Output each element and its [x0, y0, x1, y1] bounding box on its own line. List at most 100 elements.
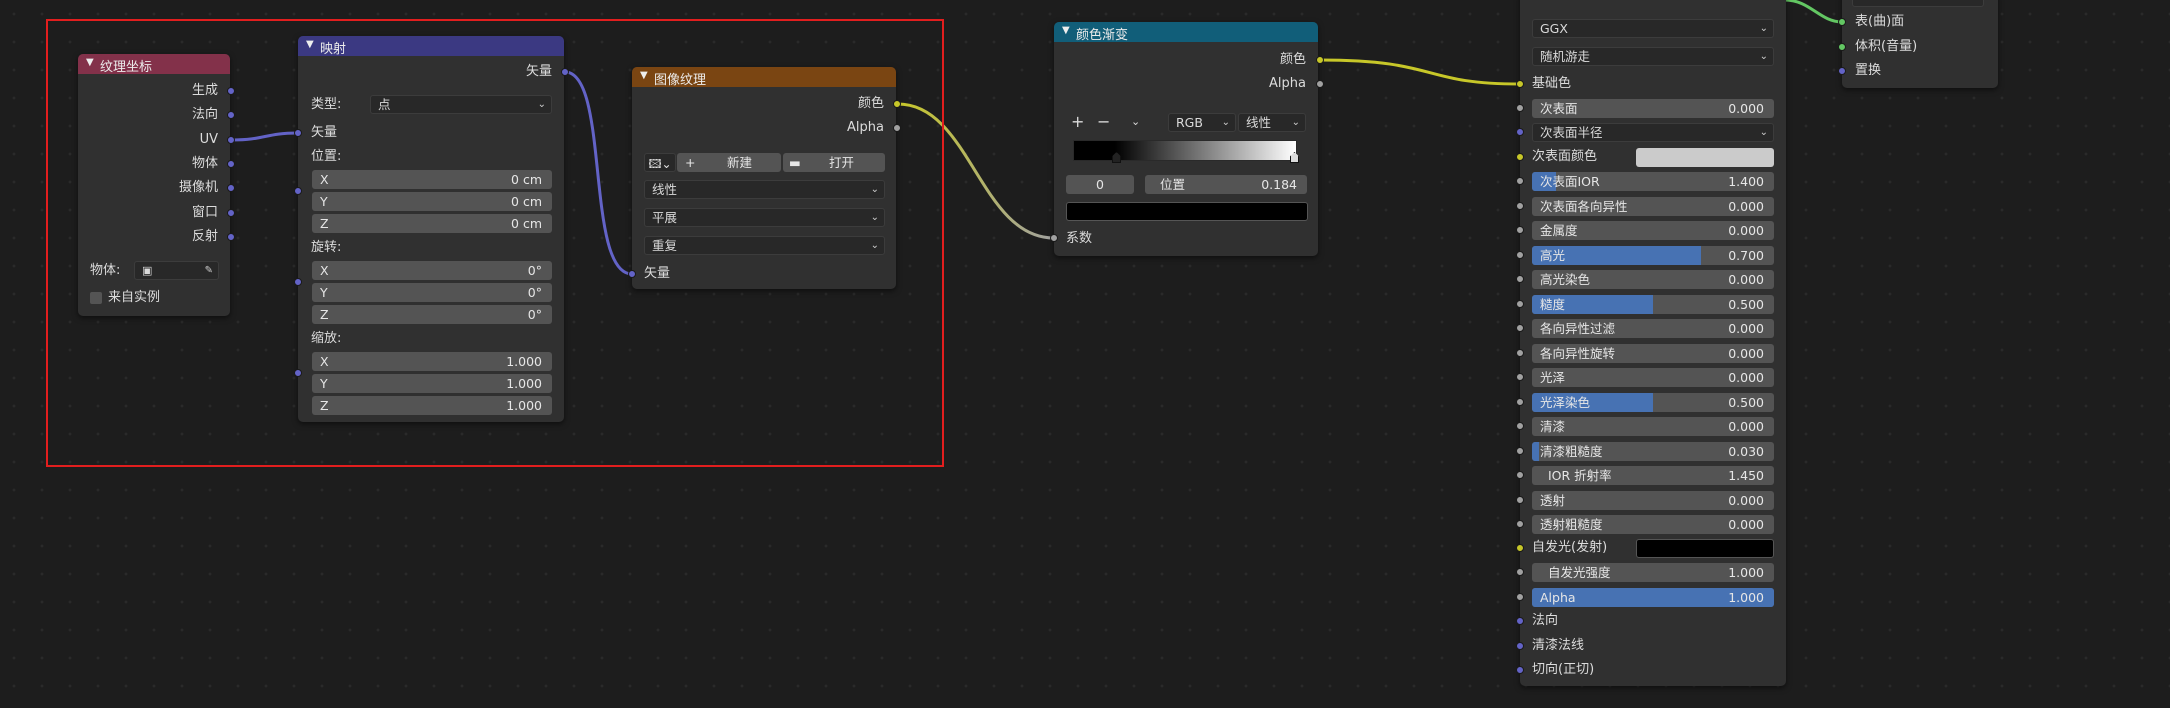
principled-input-socket[interactable] [1516, 349, 1524, 357]
ramp-menu-chevron-icon[interactable]: ⌄ [1131, 113, 1140, 131]
output-object-socket[interactable] [227, 160, 235, 168]
output-target-field[interactable] [1852, 0, 1984, 7]
principled-slider-field[interactable]: 光泽 0.000 [1532, 368, 1774, 387]
output-color-socket[interactable] [893, 100, 901, 108]
volume-socket[interactable] [1838, 43, 1846, 51]
output-window-socket[interactable] [227, 209, 235, 217]
collapse-chevron-icon[interactable]: ▼ [306, 39, 314, 50]
principled-input-socket[interactable] [1516, 324, 1524, 332]
clearcoat-normal-socket[interactable] [1516, 642, 1524, 650]
principled-slider-field[interactable]: 高光染色 0.000 [1532, 270, 1774, 289]
principled-slider-field[interactable]: 次表面IOR 1.400 [1532, 172, 1774, 191]
rotation-x-field[interactable]: X 0° [312, 261, 552, 280]
interpolation-dropdown[interactable]: 线性 ⌄ [644, 180, 885, 199]
object-picker-field[interactable]: ▣ ✎ [134, 261, 219, 280]
collapse-chevron-icon[interactable]: ▼ [86, 57, 94, 68]
color-mode-dropdown[interactable]: RGB ⌄ [1168, 113, 1236, 132]
projection-dropdown[interactable]: 平展 ⌄ [644, 208, 885, 227]
remove-stop-button[interactable]: − [1097, 113, 1110, 131]
location-socket[interactable] [294, 187, 302, 195]
principled-slider-field[interactable]: 糙度 0.500 [1532, 295, 1774, 314]
principled-slider-field[interactable]: 清漆 0.000 [1532, 417, 1774, 436]
principled-input-socket[interactable] [1516, 471, 1524, 479]
rotation-socket[interactable] [294, 278, 302, 286]
principled-slider-field[interactable]: 透射 0.000 [1532, 491, 1774, 510]
output-normal-socket[interactable] [227, 111, 235, 119]
scale-z-field[interactable]: Z 1.000 [312, 396, 552, 415]
alpha-socket[interactable] [1516, 593, 1524, 601]
subsurface-socket[interactable] [1516, 104, 1524, 112]
stop-position-field[interactable]: 位置 0.184 [1145, 175, 1307, 194]
output-vector-socket[interactable] [561, 68, 569, 76]
principled-slider-field[interactable]: 次表面各向异性 0.000 [1532, 197, 1774, 216]
principled-slider-field[interactable]: IOR 折射率 1.450 [1532, 466, 1774, 485]
principled-input-socket[interactable] [1516, 251, 1524, 259]
principled-input-socket[interactable] [1516, 226, 1524, 234]
principled-input-socket[interactable] [1516, 373, 1524, 381]
mapping-header[interactable]: ▼ 映射 [298, 36, 564, 57]
mapping-type-dropdown[interactable]: 点 ⌄ [370, 95, 552, 114]
input-vector-socket[interactable] [294, 129, 302, 137]
output-camera-socket[interactable] [227, 184, 235, 192]
principled-slider-field[interactable]: 各向异性旋转 0.000 [1532, 344, 1774, 363]
subsurface-radius-socket[interactable] [1516, 128, 1524, 136]
extension-dropdown[interactable]: 重复 ⌄ [644, 236, 885, 255]
color-ramp-gradient[interactable] [1073, 140, 1297, 161]
subsurface-radius-dropdown[interactable]: 次表面半径 ⌄ [1532, 123, 1774, 142]
principled-slider-field[interactable]: 各向异性过滤 0.000 [1532, 319, 1774, 338]
eyedropper-icon[interactable]: ✎ [205, 262, 213, 279]
collapse-chevron-icon[interactable]: ▼ [640, 70, 648, 81]
output-generated-socket[interactable] [227, 87, 235, 95]
subsurface-color-socket[interactable] [1516, 153, 1524, 161]
surface-socket[interactable] [1838, 18, 1846, 26]
principled-input-socket[interactable] [1516, 275, 1524, 283]
rotation-y-field[interactable]: Y 0° [312, 283, 552, 302]
from-instancer-checkbox[interactable] [90, 292, 102, 304]
principled-input-socket[interactable] [1516, 496, 1524, 504]
distribution-dropdown[interactable]: GGX ⌄ [1532, 19, 1774, 38]
normal-socket[interactable] [1516, 617, 1524, 625]
subsurface-color-swatch[interactable] [1636, 148, 1774, 167]
image-texture-header[interactable]: ▼ 图像纹理 [632, 67, 896, 88]
rotation-z-field[interactable]: Z 0° [312, 305, 552, 324]
input-vector-socket[interactable] [628, 270, 636, 278]
principled-slider-field[interactable]: 金属度 0.000 [1532, 221, 1774, 240]
add-stop-button[interactable]: + [1071, 113, 1084, 131]
stop-index-field[interactable]: 0 [1066, 175, 1134, 194]
principled-input-socket[interactable] [1516, 398, 1524, 406]
location-x-field[interactable]: X 0 cm [312, 170, 552, 189]
location-z-field[interactable]: Z 0 cm [312, 214, 552, 233]
principled-input-socket[interactable] [1516, 300, 1524, 308]
subsurface-field[interactable]: 次表面 0.000 [1532, 99, 1774, 118]
principled-slider-field[interactable]: 清漆粗糙度 0.030 [1532, 442, 1774, 461]
principled-input-socket[interactable] [1516, 202, 1524, 210]
principled-input-socket[interactable] [1516, 177, 1524, 185]
output-alpha-socket[interactable] [1316, 80, 1324, 88]
emission-strength-socket[interactable] [1516, 568, 1524, 576]
image-browse-button[interactable]: 🖾⌄ [644, 153, 676, 172]
new-image-button[interactable]: + 新建 [677, 153, 781, 172]
tangent-socket[interactable] [1516, 666, 1524, 674]
principled-slider-field[interactable]: 透射粗糙度 0.000 [1532, 515, 1774, 534]
output-uv-socket[interactable] [227, 136, 235, 144]
scale-y-field[interactable]: Y 1.000 [312, 374, 552, 393]
principled-input-socket[interactable] [1516, 520, 1524, 528]
texture-coordinate-header[interactable]: ▼ 纹理坐标 [78, 54, 230, 75]
color-ramp-header[interactable]: ▼ 颜色渐变 [1054, 22, 1318, 43]
principled-input-socket[interactable] [1516, 422, 1524, 430]
collapse-chevron-icon[interactable]: ▼ [1062, 25, 1070, 36]
open-image-button[interactable]: ▬ 打开 [783, 153, 885, 172]
emission-color-swatch[interactable] [1636, 539, 1774, 558]
base-color-socket[interactable] [1516, 80, 1524, 88]
stop-color-swatch[interactable] [1066, 202, 1308, 221]
emission-socket[interactable] [1516, 544, 1524, 552]
principled-input-socket[interactable] [1516, 447, 1524, 455]
output-reflection-socket[interactable] [227, 233, 235, 241]
principled-slider-field[interactable]: 光泽染色 0.500 [1532, 393, 1774, 412]
scale-x-field[interactable]: X 1.000 [312, 352, 552, 371]
emission-strength-field[interactable]: 自发光强度 1.000 [1532, 563, 1774, 582]
output-color-socket[interactable] [1316, 56, 1324, 64]
input-fac-socket[interactable] [1050, 234, 1058, 242]
location-y-field[interactable]: Y 0 cm [312, 192, 552, 211]
scale-socket[interactable] [294, 369, 302, 377]
